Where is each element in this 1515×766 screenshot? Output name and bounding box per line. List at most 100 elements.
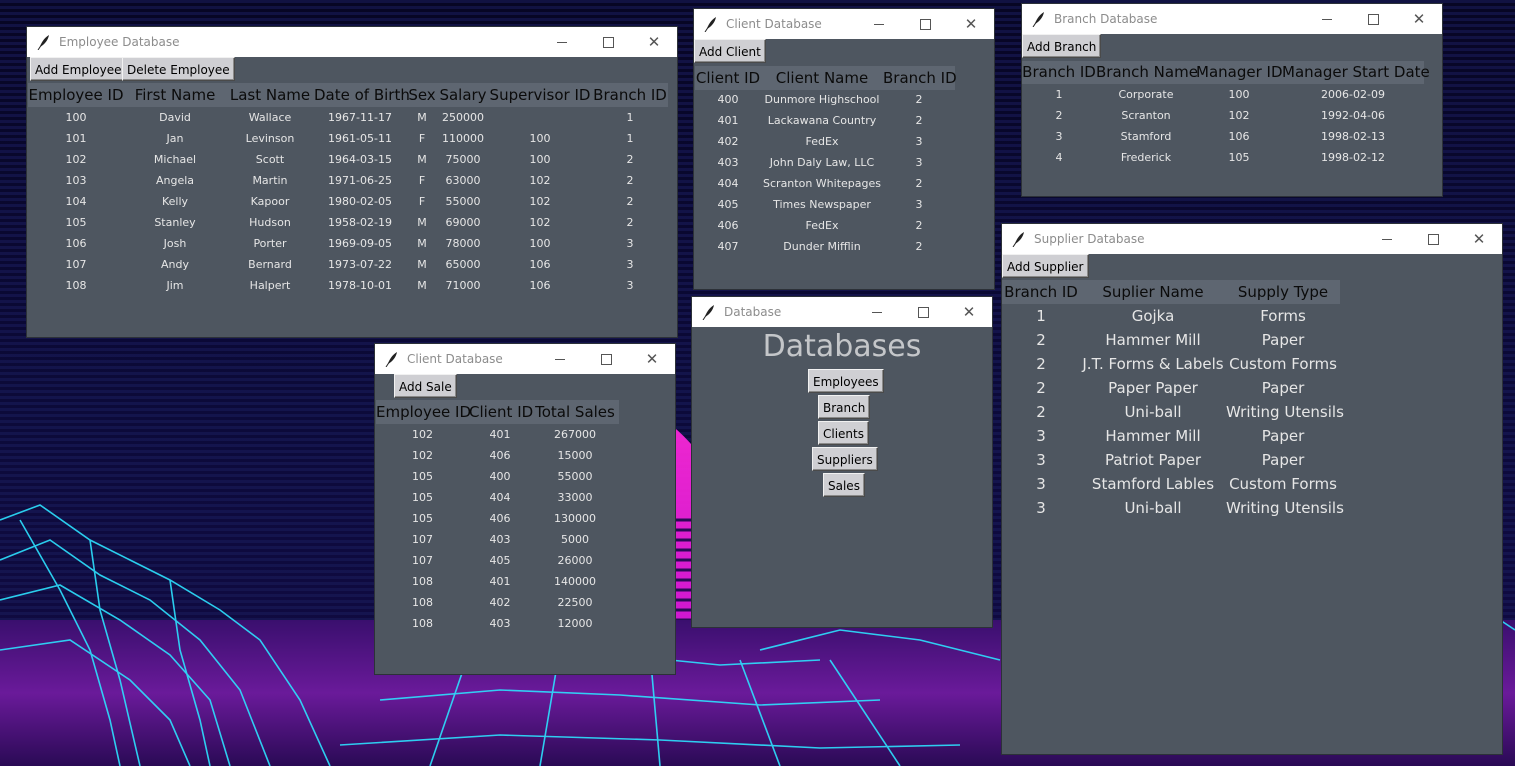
maximize-button[interactable]	[900, 297, 946, 327]
close-icon: ✕	[645, 349, 659, 368]
close-button[interactable]: ✕	[629, 344, 675, 374]
column-header: Date of Birth	[314, 86, 410, 104]
feather-icon	[1012, 232, 1024, 247]
employees-button[interactable]: Employees	[808, 369, 884, 393]
table-row: 108 403 12000	[376, 613, 619, 634]
table-cell: 106	[65, 237, 87, 250]
column-header: Manager Start Date	[1282, 63, 1430, 81]
table-cell: 105	[65, 216, 87, 229]
close-button[interactable]: ✕	[946, 297, 992, 327]
table-cell: 3	[626, 279, 634, 292]
titlebar[interactable]: Database ✕	[692, 297, 992, 327]
maximize-button[interactable]	[1350, 4, 1396, 34]
table-cell: Josh	[163, 237, 187, 250]
table-cell: 63000	[445, 174, 481, 187]
table-cell: 69000	[445, 216, 481, 229]
table-row: 3 Patriot Paper Paper	[1002, 448, 1340, 472]
table-row: 2 Scranton 102 1992-04-06	[1022, 105, 1424, 126]
table-cell: Scott	[255, 153, 285, 166]
table-cell: 105	[1228, 151, 1250, 164]
column-header: Supply Type	[1237, 283, 1329, 301]
titlebar[interactable]: Client Database ✕	[375, 344, 675, 374]
maximize-button[interactable]	[583, 344, 629, 374]
table-row: 407 Dunder Mifflin 2	[695, 236, 955, 257]
table-cell: 3	[626, 237, 634, 250]
maximize-button[interactable]	[902, 9, 948, 39]
minimize-button[interactable]	[1304, 4, 1350, 34]
feather-icon	[1032, 12, 1044, 27]
table-cell: 3	[915, 156, 923, 169]
table-cell: 100	[1228, 88, 1250, 101]
delete-employee-button[interactable]: Delete Employee	[122, 57, 235, 81]
sales-database-window: Client Database ✕ Add Sale Employee ID Cl…	[375, 344, 675, 674]
table-cell: 3	[626, 258, 634, 271]
table-row: 1 Gojka Forms	[1002, 304, 1340, 328]
feather-icon	[704, 17, 716, 32]
table-cell: 400	[489, 470, 511, 483]
table-cell: M	[417, 216, 427, 229]
column-header: Total Sales	[535, 403, 615, 421]
minimize-button[interactable]	[1364, 224, 1410, 254]
minimize-button[interactable]	[537, 344, 583, 374]
minimize-icon	[872, 311, 882, 313]
add-employee-button[interactable]: Add Employee	[30, 57, 127, 81]
table-row: 405 Times Newspaper 3	[695, 194, 955, 215]
table-cell: 2	[626, 153, 634, 166]
close-icon: ✕	[1472, 229, 1486, 248]
minimize-button[interactable]	[856, 9, 902, 39]
maximize-button[interactable]	[585, 27, 631, 57]
table-cell: 1961-05-11	[328, 132, 392, 145]
table-row: 401 Lackawana Country 2	[695, 110, 955, 131]
table-row: 3 Uni-ball Writing Utensils	[1002, 496, 1344, 520]
titlebar[interactable]: Employee Database ✕	[27, 27, 677, 57]
minimize-button[interactable]	[854, 297, 900, 327]
close-button[interactable]: ✕	[948, 9, 994, 39]
table-cell: FedEx	[805, 135, 839, 148]
minimize-icon	[1322, 18, 1332, 20]
table-cell: 400	[717, 93, 739, 106]
table-header: Employee ID Client ID Total Sales	[376, 400, 619, 424]
close-button[interactable]: ✕	[1456, 224, 1502, 254]
table-cell: 105	[412, 470, 433, 483]
titlebar[interactable]: Supplier Database ✕	[1002, 224, 1502, 254]
add-supplier-button[interactable]: Add Supplier	[1002, 254, 1089, 278]
table-cell: 100	[65, 111, 87, 124]
table-row: 402 FedEx 3	[695, 131, 955, 152]
titlebar[interactable]: Branch Database ✕	[1022, 4, 1442, 34]
table-cell: Gojka	[1131, 307, 1175, 325]
add-client-button[interactable]: Add Client	[694, 39, 766, 63]
table-cell: Corporate	[1118, 88, 1174, 101]
column-header: First Name	[134, 86, 216, 104]
close-icon: ✕	[647, 32, 661, 51]
table-cell: 102	[412, 449, 433, 462]
table-cell: 102	[529, 216, 551, 229]
sales-button[interactable]: Sales	[823, 473, 865, 497]
maximize-icon	[1427, 233, 1439, 245]
close-button[interactable]: ✕	[631, 27, 677, 57]
table-cell: 4	[1055, 151, 1063, 164]
table-cell: Writing Utensils	[1226, 499, 1344, 517]
table-header: Client ID Client Name Branch ID	[695, 66, 957, 90]
add-sale-button[interactable]: Add Sale	[394, 374, 457, 398]
table-cell: 2	[915, 240, 923, 253]
table-row: 3 Stamford 106 1998-02-13	[1022, 126, 1424, 147]
minimize-button[interactable]	[539, 27, 585, 57]
clients-button[interactable]: Clients	[818, 421, 869, 445]
suppliers-button[interactable]: Suppliers	[812, 447, 878, 471]
maximize-button[interactable]	[1410, 224, 1456, 254]
table-cell: 102	[529, 195, 551, 208]
maximize-icon	[919, 18, 931, 30]
table-cell: 2	[1036, 403, 1046, 421]
table-cell: Bernard	[248, 258, 292, 271]
table-cell: Dunder Mifflin	[783, 240, 861, 253]
table-cell: Hammer Mill	[1105, 331, 1201, 349]
add-branch-button[interactable]: Add Branch	[1022, 34, 1102, 58]
table-cell: 2	[1036, 379, 1046, 397]
table-cell: 104	[65, 195, 87, 208]
branch-button[interactable]: Branch	[818, 395, 871, 419]
close-button[interactable]: ✕	[1396, 4, 1442, 34]
table-cell: John Daly Law, LLC	[769, 156, 875, 169]
titlebar[interactable]: Client Database ✕	[694, 9, 994, 39]
table-row: 102 401 267000	[376, 424, 619, 445]
maximize-icon	[917, 306, 929, 318]
